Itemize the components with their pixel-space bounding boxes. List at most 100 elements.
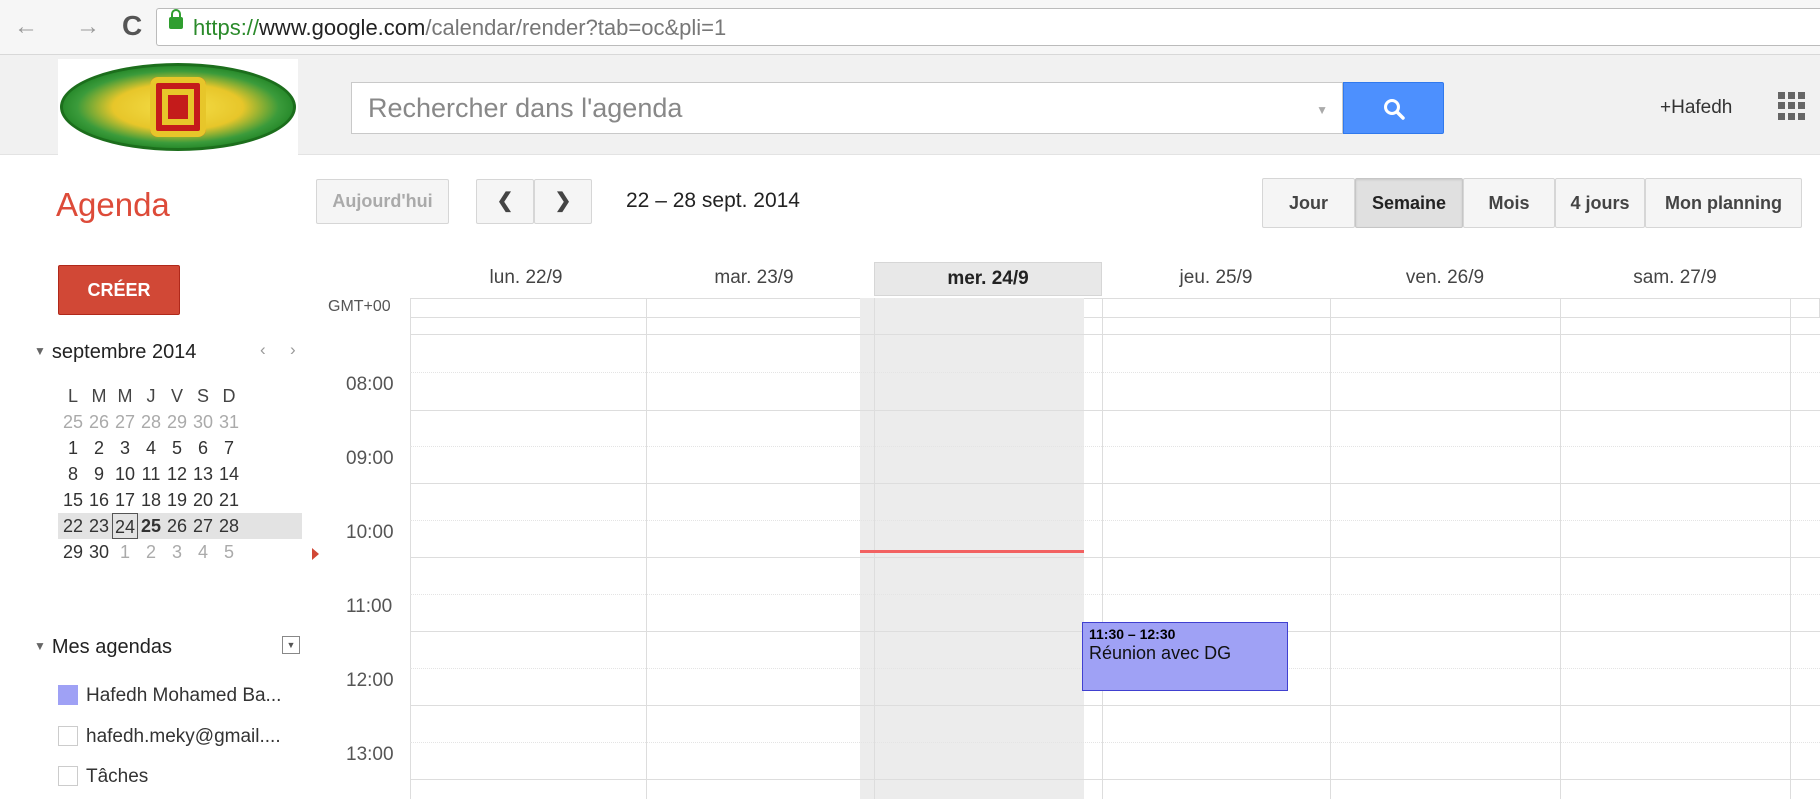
collapse-triangle-icon[interactable]: ▼ xyxy=(34,344,46,358)
mini-calendar-day[interactable]: 16 xyxy=(86,487,112,513)
mini-calendar-day[interactable]: 19 xyxy=(164,487,190,513)
next-week-button[interactable]: ❯ xyxy=(534,179,592,224)
view-4days-button[interactable]: 4 jours xyxy=(1555,178,1645,228)
mini-calendar-next-icon[interactable]: › xyxy=(290,340,296,360)
hour-divider xyxy=(410,557,1820,558)
mini-calendar-day[interactable]: 28 xyxy=(216,513,242,539)
mini-calendar-day[interactable]: 7 xyxy=(216,435,242,461)
mini-calendar-day[interactable]: 26 xyxy=(164,513,190,539)
my-calendars-menu-icon[interactable]: ▼ xyxy=(282,636,300,654)
my-calendars-header[interactable]: ▼ Mes agendas xyxy=(34,636,172,659)
mini-calendar-day[interactable]: 22 xyxy=(60,513,86,539)
mini-calendar-day[interactable]: 4 xyxy=(138,435,164,461)
mini-calendar-day[interactable]: 5 xyxy=(164,435,190,461)
calendar-item[interactable]: Tâches xyxy=(58,766,148,788)
date-range: 22 – 28 sept. 2014 xyxy=(626,189,800,212)
calendar-color-checkbox[interactable] xyxy=(58,726,78,746)
mini-calendar-day[interactable]: 27 xyxy=(112,409,138,435)
all-day-row[interactable] xyxy=(410,298,1820,318)
day-header[interactable]: jeu. 25/9 xyxy=(1102,262,1330,296)
calendar-color-checkbox[interactable] xyxy=(58,685,78,705)
mini-calendar-day[interactable]: 18 xyxy=(138,487,164,513)
view-month-button[interactable]: Mois xyxy=(1463,178,1555,228)
calendar-event[interactable]: 11:30 – 12:30 Réunion avec DG xyxy=(1082,622,1288,691)
mini-calendar-month[interactable]: ▼ septembre 2014 xyxy=(34,341,196,364)
user-profile-link[interactable]: +Hafedh xyxy=(1660,97,1732,119)
day-header[interactable]: mar. 23/9 xyxy=(642,262,866,296)
day-header[interactable]: ven. 26/9 xyxy=(1330,262,1560,296)
forward-arrow-icon[interactable]: → xyxy=(76,12,100,42)
mini-calendar-day[interactable]: 2 xyxy=(86,435,112,461)
apps-grid-icon[interactable] xyxy=(1778,92,1806,120)
mini-calendar-prev-icon[interactable]: ‹ xyxy=(260,340,266,360)
calendar-item[interactable]: hafedh.meky@gmail.... xyxy=(58,726,281,748)
event-title: Réunion avec DG xyxy=(1089,643,1232,663)
mini-calendar-day[interactable]: 20 xyxy=(190,487,216,513)
mini-calendar-day[interactable]: 21 xyxy=(216,487,242,513)
mini-calendar-day[interactable]: 25 xyxy=(138,513,164,539)
mini-calendar-week: 8 9 10 11 12 13 14 xyxy=(60,461,302,487)
mini-calendar-day[interactable]: 5 xyxy=(216,539,242,565)
reload-icon[interactable]: C xyxy=(122,10,142,42)
mini-calendar-day[interactable]: 28 xyxy=(138,409,164,435)
address-bar[interactable]: https://www.google.com/calendar/render?t… xyxy=(156,8,1820,46)
day-header[interactable]: sam. 27/9 xyxy=(1560,262,1790,296)
url-text[interactable]: https://www.google.com/calendar/render?t… xyxy=(193,15,726,41)
mini-calendar-day[interactable]: 12 xyxy=(164,461,190,487)
search-input[interactable] xyxy=(352,83,1312,133)
calendar-color-checkbox[interactable] xyxy=(58,766,78,786)
half-hour-divider xyxy=(410,372,1820,373)
mini-calendar-day[interactable]: 1 xyxy=(112,539,138,565)
mini-calendar-day[interactable]: 29 xyxy=(164,409,190,435)
hour-divider xyxy=(410,779,1820,780)
mini-calendar-day[interactable]: 2 xyxy=(138,539,164,565)
mini-calendar-day[interactable]: 23 xyxy=(86,513,112,539)
calendar-item[interactable]: Hafedh Mohamed Ba... xyxy=(58,685,281,707)
column-divider xyxy=(646,298,647,799)
mini-calendar-day[interactable]: 30 xyxy=(190,409,216,435)
mini-calendar-day[interactable]: 27 xyxy=(190,513,216,539)
hour-label: 09:00 xyxy=(346,448,394,469)
mini-calendar-day[interactable]: 9 xyxy=(86,461,112,487)
previous-week-button[interactable]: ❮ xyxy=(476,179,534,224)
hour-label: 12:00 xyxy=(346,670,394,691)
mini-calendar-day[interactable]: 3 xyxy=(164,539,190,565)
mini-calendar-day[interactable]: 13 xyxy=(190,461,216,487)
hour-divider xyxy=(410,410,1820,411)
mini-calendar-day[interactable]: 31 xyxy=(216,409,242,435)
view-day-button[interactable]: Jour xyxy=(1262,178,1355,228)
collapse-triangle-icon[interactable]: ▼ xyxy=(34,639,46,653)
mini-calendar-day[interactable]: 29 xyxy=(60,539,86,565)
hour-label: 13:00 xyxy=(346,744,394,765)
view-week-button[interactable]: Semaine xyxy=(1355,178,1463,228)
half-hour-divider xyxy=(410,520,1820,521)
mini-calendar-day[interactable]: 26 xyxy=(86,409,112,435)
search-options-icon[interactable]: ▼ xyxy=(1316,103,1328,117)
mini-calendar-day[interactable]: 17 xyxy=(112,487,138,513)
mini-calendar-day[interactable]: 8 xyxy=(60,461,86,487)
mini-calendar-day[interactable]: 25 xyxy=(60,409,86,435)
search-icon xyxy=(1384,99,1405,120)
mini-calendar-day[interactable]: 3 xyxy=(112,435,138,461)
mini-calendar-today[interactable]: 24 xyxy=(112,513,138,539)
mini-calendar-day[interactable]: 11 xyxy=(138,461,164,487)
app-title[interactable]: Agenda xyxy=(56,186,170,224)
mini-calendar-weekdays: L M M J V S D xyxy=(67,386,236,406)
back-arrow-icon[interactable]: ← xyxy=(14,12,38,42)
mini-calendar: L M M J V S D 25 26 27 28 29 30 31 1 2 3… xyxy=(58,383,302,565)
view-agenda-button[interactable]: Mon planning xyxy=(1645,178,1802,228)
mini-calendar-day[interactable]: 1 xyxy=(60,435,86,461)
mini-calendar-day[interactable]: 6 xyxy=(190,435,216,461)
day-header[interactable]: lun. 22/9 xyxy=(414,262,638,296)
mini-calendar-day[interactable]: 4 xyxy=(190,539,216,565)
day-header-today[interactable]: mer. 24/9 xyxy=(874,262,1102,296)
organization-logo[interactable] xyxy=(58,59,298,155)
today-button[interactable]: Aujourd'hui xyxy=(316,179,449,224)
mini-calendar-selected-week: 22 23 24 25 26 27 28 xyxy=(58,513,302,539)
mini-calendar-day[interactable]: 30 xyxy=(86,539,112,565)
search-button[interactable] xyxy=(1343,82,1444,134)
mini-calendar-day[interactable]: 14 xyxy=(216,461,242,487)
create-event-button[interactable]: CRÉER xyxy=(58,265,180,315)
mini-calendar-day[interactable]: 10 xyxy=(112,461,138,487)
mini-calendar-day[interactable]: 15 xyxy=(60,487,86,513)
